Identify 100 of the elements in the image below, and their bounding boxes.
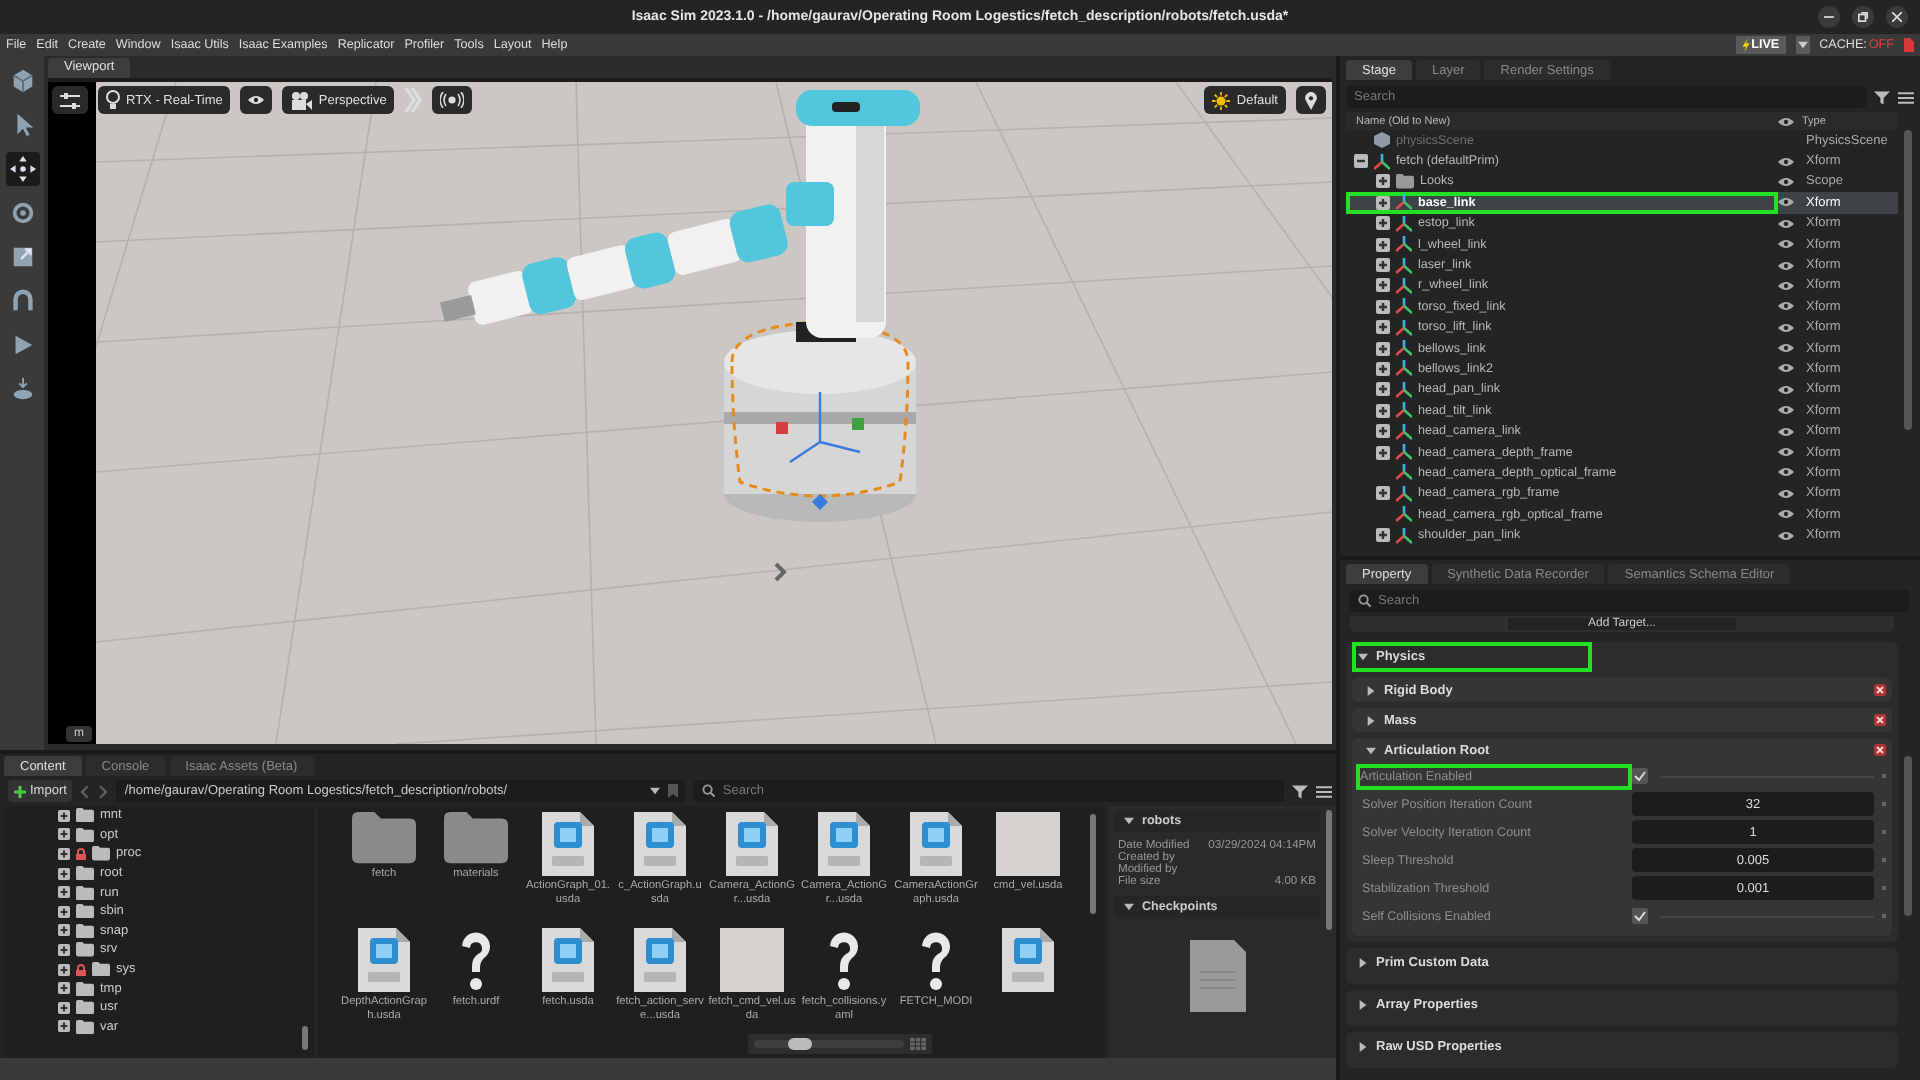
live-dropdown[interactable] xyxy=(1795,36,1810,54)
plus-box-icon[interactable] xyxy=(1376,528,1390,543)
drop-icon xyxy=(9,376,35,402)
filter-icon[interactable] xyxy=(1292,783,1308,799)
plus-box-icon[interactable] xyxy=(58,828,70,841)
folder-icon xyxy=(76,1000,94,1015)
usd-file-icon xyxy=(542,928,594,992)
filter-icon[interactable] xyxy=(1874,89,1890,105)
folder-icon xyxy=(76,808,94,823)
plus-box-icon[interactable] xyxy=(1376,258,1390,273)
folder-icon xyxy=(76,865,94,881)
close-icon xyxy=(1874,714,1886,726)
usd-file-icon xyxy=(634,812,686,876)
back-icon[interactable] xyxy=(80,785,91,797)
close-icon xyxy=(1892,12,1902,22)
broadcast-button[interactable] xyxy=(432,86,473,114)
thumbnail-placeholder xyxy=(720,928,784,992)
axes-icon xyxy=(1396,298,1412,315)
menu-icon[interactable] xyxy=(1316,783,1332,799)
visibility-button[interactable] xyxy=(240,86,273,114)
plus-box-icon[interactable] xyxy=(1376,320,1390,335)
close-button[interactable] xyxy=(1886,6,1908,28)
rotate-icon xyxy=(9,200,35,226)
plus-box-icon[interactable] xyxy=(1376,299,1390,314)
lightning-icon xyxy=(1741,38,1750,52)
cube-icon xyxy=(9,68,35,94)
plus-box-icon[interactable] xyxy=(1376,195,1390,210)
search-icon xyxy=(702,784,717,798)
plus-box-icon[interactable] xyxy=(58,867,70,880)
usd-file-icon xyxy=(542,812,594,876)
menu-icon[interactable] xyxy=(1898,89,1914,105)
maximize-button[interactable] xyxy=(1852,6,1874,28)
plus-box-icon[interactable] xyxy=(1376,403,1390,418)
folder-icon xyxy=(444,812,508,864)
grid-view-icon[interactable] xyxy=(910,1038,926,1050)
plus-box-icon[interactable] xyxy=(58,1020,70,1033)
axes-icon xyxy=(1396,236,1412,253)
plus-box-icon[interactable] xyxy=(1376,216,1390,231)
folder-icon xyxy=(92,846,110,862)
minimize-button[interactable] xyxy=(1818,6,1840,28)
axes-icon xyxy=(1396,277,1412,294)
remove-button[interactable] xyxy=(1874,684,1886,696)
plus-box-icon[interactable] xyxy=(1376,382,1390,397)
plus-box-icon[interactable] xyxy=(1376,424,1390,439)
tool-button[interactable] xyxy=(5,152,39,186)
plus-box-icon[interactable] xyxy=(58,905,70,918)
checkbox[interactable] xyxy=(1632,908,1648,924)
caret-icon xyxy=(1358,1000,1368,1010)
axes-icon xyxy=(1396,360,1412,377)
remove-button[interactable] xyxy=(1874,714,1886,726)
plus-box-icon[interactable] xyxy=(1376,486,1390,501)
plus-box-icon[interactable] xyxy=(1376,278,1390,293)
plus-box-icon[interactable] xyxy=(58,886,70,899)
plus-box-icon[interactable] xyxy=(1376,445,1390,460)
plus-box-icon[interactable] xyxy=(58,847,70,860)
axes-icon xyxy=(1396,527,1412,544)
axes-icon xyxy=(1396,319,1412,336)
folder-icon xyxy=(76,923,94,938)
axes-icon xyxy=(1396,506,1412,523)
location-button[interactable] xyxy=(1296,86,1326,114)
plus-box-icon[interactable] xyxy=(1376,361,1390,376)
plus-box-icon[interactable] xyxy=(58,924,70,937)
minus-box-icon[interactable] xyxy=(1354,154,1368,169)
folder-icon xyxy=(1396,174,1414,190)
chevron-icon xyxy=(774,562,787,582)
plus-box-icon[interactable] xyxy=(1376,174,1390,189)
lightbulb-icon xyxy=(106,90,120,110)
settings-button[interactable] xyxy=(52,86,88,114)
folder-icon xyxy=(76,885,94,900)
plus-box-icon[interactable] xyxy=(58,943,70,956)
plus-box-icon[interactable] xyxy=(1376,341,1390,356)
question-mark-icon xyxy=(916,928,956,992)
minimize-icon xyxy=(1824,12,1834,22)
broadcast-icon xyxy=(440,92,465,108)
plus-box-icon[interactable] xyxy=(58,1001,70,1014)
plus-box-icon[interactable] xyxy=(58,963,70,976)
check-icon xyxy=(1634,910,1646,922)
caret-icon xyxy=(1124,816,1134,826)
axes-icon xyxy=(1396,485,1412,502)
folder-icon xyxy=(76,827,94,842)
camera-icon xyxy=(290,91,313,109)
axes-icon xyxy=(1396,402,1412,419)
axes-icon xyxy=(1396,464,1412,481)
folder-icon xyxy=(76,904,94,919)
axes-icon xyxy=(1396,257,1412,274)
sliders-icon xyxy=(60,91,80,109)
check-icon xyxy=(1634,770,1646,782)
checkbox[interactable] xyxy=(1632,768,1648,784)
usd-file-icon xyxy=(1002,928,1054,992)
forward-icon[interactable] xyxy=(98,785,109,797)
remove-button[interactable] xyxy=(1874,744,1886,756)
scrollbar xyxy=(1090,814,1096,914)
scale-icon xyxy=(9,244,35,270)
axes-icon xyxy=(1396,381,1412,398)
plus-box-icon[interactable] xyxy=(58,809,70,822)
pin-icon xyxy=(1304,91,1318,109)
plus-box-icon[interactable] xyxy=(1376,237,1390,252)
close-icon xyxy=(1874,684,1886,696)
plus-box-icon[interactable] xyxy=(58,982,70,995)
zoom-slider[interactable] xyxy=(748,1034,932,1054)
